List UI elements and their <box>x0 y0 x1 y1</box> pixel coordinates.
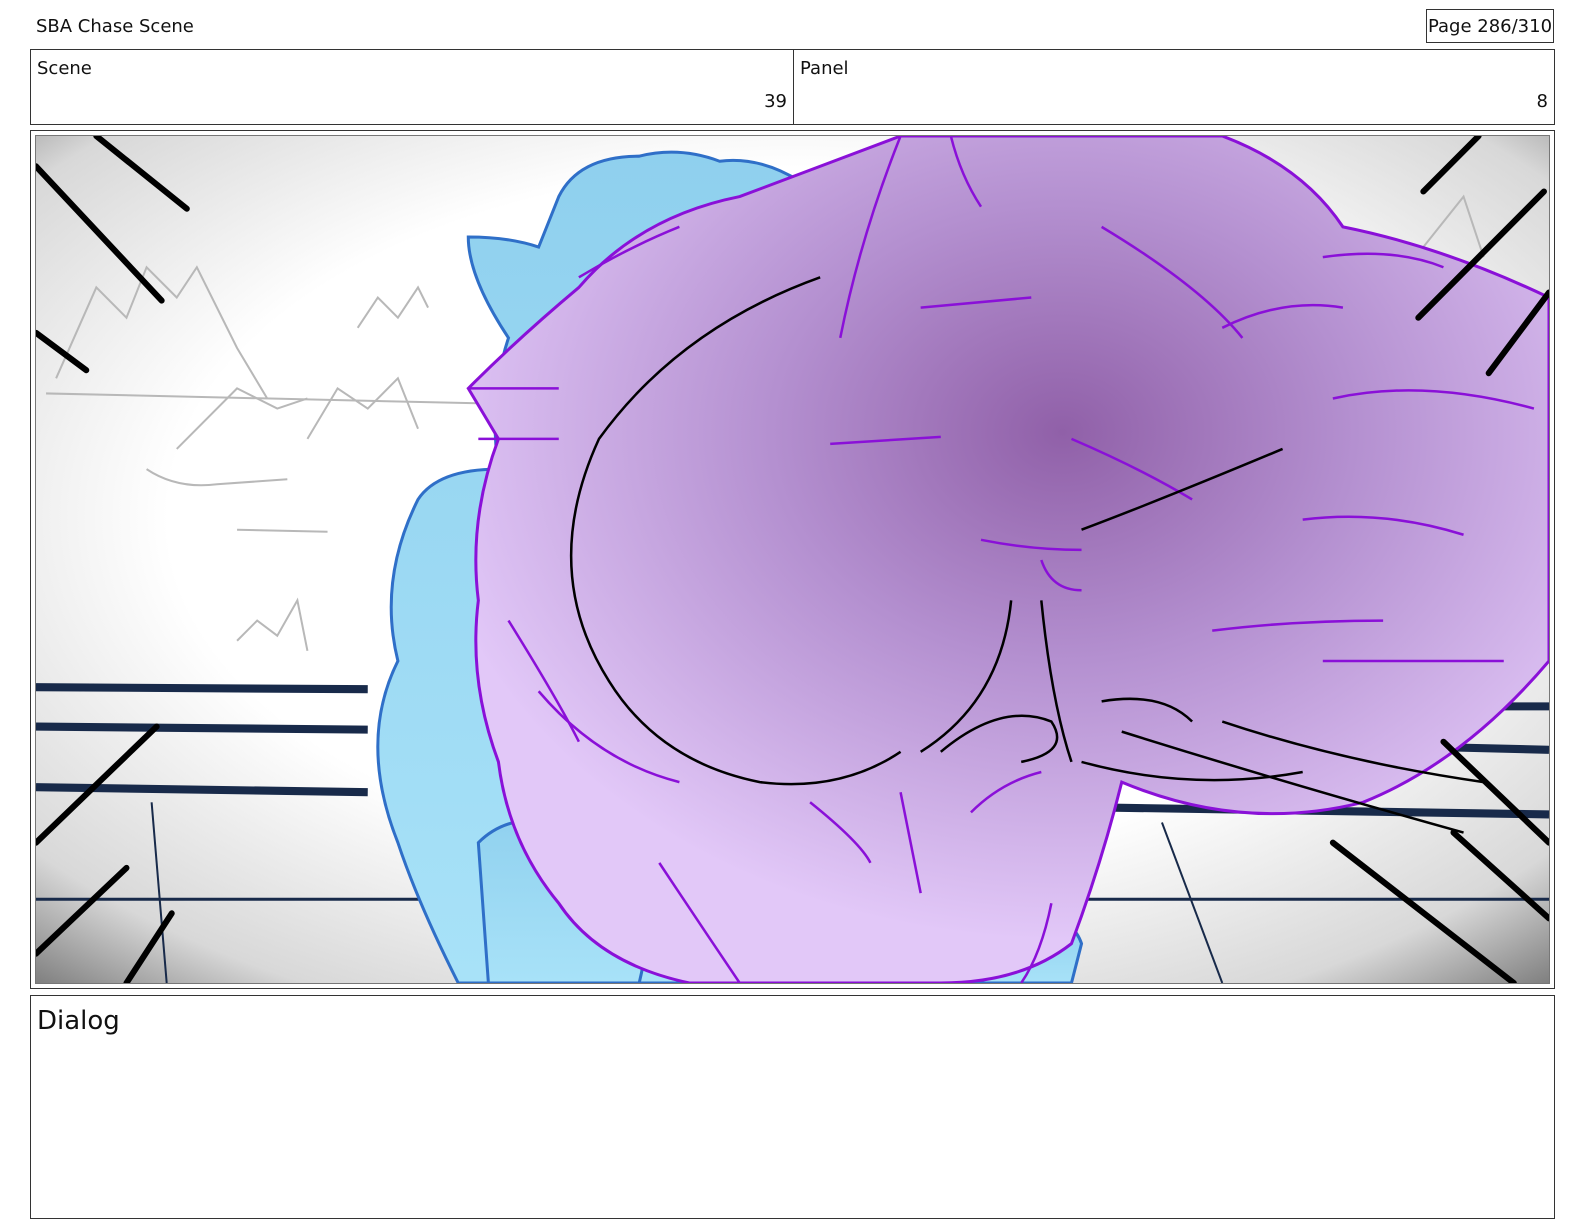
scene-label: Scene <box>37 58 92 79</box>
page-number: Page 286/310 <box>1426 9 1554 43</box>
storyboard-frame <box>30 130 1555 989</box>
document-title: SBA Chase Scene <box>36 16 194 37</box>
storyboard-drawing <box>35 135 1550 984</box>
scene-panel-info: Scene 39 Panel 8 <box>30 49 1555 125</box>
scene-number: 39 <box>764 91 787 112</box>
panel-number: 8 <box>1536 91 1548 112</box>
dialog-box: Dialog <box>30 995 1555 1219</box>
panel-cell: Panel 8 <box>794 50 1554 124</box>
dialog-label: Dialog <box>37 1006 120 1036</box>
scene-cell: Scene 39 <box>31 50 794 124</box>
sketch-illustration <box>36 136 1549 983</box>
panel-label: Panel <box>800 58 849 79</box>
